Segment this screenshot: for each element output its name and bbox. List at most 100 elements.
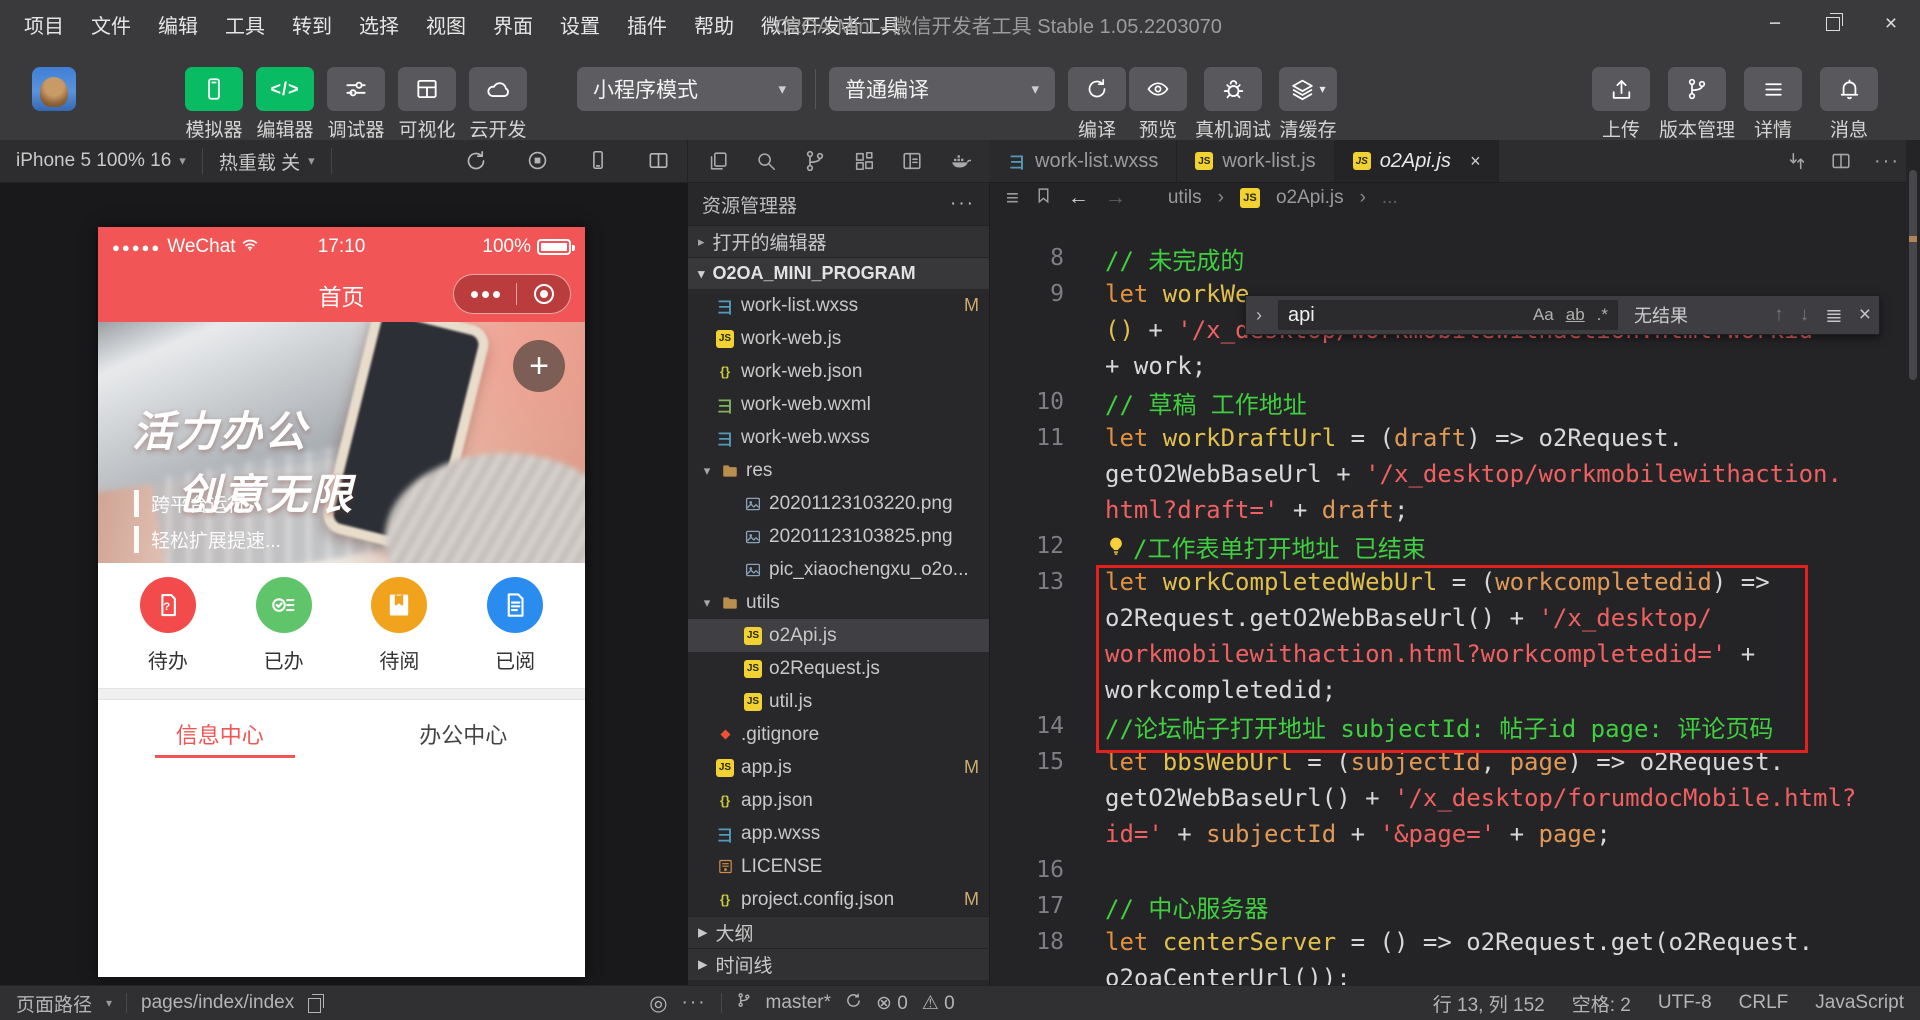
toolbar-button-清缓存[interactable]: ▾ 清缓存 [1279, 67, 1337, 142]
shortcut-待办[interactable]: ? 待办 [139, 577, 196, 674]
outline-list-icon[interactable]: ≡ [1006, 185, 1019, 211]
phone-tab-办公中心[interactable]: 办公中心 [342, 700, 586, 767]
branch-icon[interactable] [803, 149, 827, 173]
toolbar-button-可视化[interactable]: 可视化 [398, 67, 456, 142]
find-widget[interactable]: › api Aa ab .* 无结果 ↑ ↓ ≣ × [1245, 295, 1880, 335]
file-row-o2Api.js[interactable]: JS o2Api.js [688, 619, 989, 652]
file-row-app.js[interactable]: JS app.js M [688, 751, 989, 784]
file-row-work-list.wxss[interactable]: 彐 work-list.wxss M [688, 289, 989, 322]
stop-icon[interactable] [526, 149, 549, 173]
shortcut-待阅[interactable]: 待阅 [371, 577, 428, 674]
breadcrumb-folder[interactable]: utils [1168, 187, 1202, 209]
file-row-work-web.js[interactable]: JS work-web.js [688, 322, 989, 355]
bookmark-icon[interactable] [1035, 186, 1052, 211]
git-branch-icon[interactable] [736, 991, 752, 1015]
more-icon[interactable]: ··· [950, 193, 975, 215]
hot-reload-toggle[interactable]: 热重载 关 ▾ [203, 140, 331, 182]
toolbar-button-详情[interactable]: 详情 [1744, 67, 1802, 142]
find-in-selection-icon[interactable]: ≣ [1825, 303, 1843, 328]
file-row-o2Request.js[interactable]: JS o2Request.js [688, 652, 989, 685]
minimize-button[interactable]: − [1746, 0, 1804, 48]
file-row-app.json[interactable]: {} app.json [688, 784, 989, 817]
next-match-icon[interactable]: ↓ [1800, 304, 1810, 326]
open-editors-section[interactable]: ▸ 打开的编辑器 [688, 225, 989, 257]
avatar[interactable] [32, 67, 76, 111]
close-tab-icon[interactable]: × [1470, 151, 1481, 172]
menu-item-10[interactable]: 帮助 [694, 10, 734, 39]
compile-select[interactable]: 普通编译 ▾ [829, 67, 1055, 111]
toolbar-button-上传[interactable]: 上传 [1592, 67, 1650, 142]
menu-item-2[interactable]: 编辑 [158, 10, 198, 39]
indentation[interactable]: 空格: 2 [1572, 990, 1631, 1017]
file-row-project.config.json[interactable]: {} project.config.json M [688, 883, 989, 916]
file-row-utils[interactable]: ▾ utils [688, 586, 989, 619]
add-button[interactable]: + [513, 340, 565, 392]
outline-section[interactable]: ▸ 大纲 [688, 916, 989, 948]
warnings-indicator[interactable]: ⚠ 0 [922, 992, 955, 1015]
code-editor[interactable]: 8// 未完成的9let workWe() + '/x_desktop/work… [990, 213, 1920, 985]
grid4-icon[interactable] [853, 150, 875, 172]
menu-item-9[interactable]: 插件 [627, 10, 667, 39]
file-row-LICENSE[interactable]: LICENSE [688, 850, 989, 883]
breadcrumb-file[interactable]: o2Api.js [1276, 187, 1344, 209]
menu-item-5[interactable]: 选择 [359, 10, 399, 39]
file-row-res[interactable]: ▾ res [688, 454, 989, 487]
search-input[interactable]: api Aa ab .* [1278, 300, 1618, 330]
file-row-20201123103220.png[interactable]: 20201123103220.png [688, 487, 989, 520]
lightbulb-icon[interactable] [1105, 535, 1127, 557]
copy-icon[interactable] [707, 150, 729, 172]
whole-word-icon[interactable]: ab [1566, 305, 1585, 325]
toolbar-button-云开发[interactable]: 云开发 [469, 67, 527, 142]
menu-item-3[interactable]: 工具 [225, 10, 265, 39]
toolbar-button-预览[interactable]: 预览 [1129, 67, 1187, 142]
page-path-label[interactable]: 页面路径 [16, 990, 92, 1017]
toolbar-button-版本管理[interactable]: 版本管理 [1659, 67, 1735, 142]
file-row-app.wxss[interactable]: 彐 app.wxss [688, 817, 989, 850]
diff-icon[interactable] [1786, 150, 1808, 172]
menu-item-6[interactable]: 视图 [426, 10, 466, 39]
file-row-20201123103825.png[interactable]: 20201123103825.png [688, 520, 989, 553]
menu-item-4[interactable]: 转到 [292, 10, 332, 39]
eol[interactable]: CRLF [1739, 992, 1789, 1014]
file-row-work-web.wxss[interactable]: 彐 work-web.wxss [688, 421, 989, 454]
more-icon[interactable]: ··· [1874, 150, 1900, 173]
preview-eye-icon[interactable]: ◎ [649, 991, 667, 1016]
splitview-icon[interactable] [1830, 150, 1852, 172]
more-icon[interactable]: ··· [682, 992, 707, 1014]
prev-match-icon[interactable]: ↑ [1774, 304, 1784, 326]
copy-icon[interactable] [308, 993, 325, 1013]
editor-tab-work-list.js[interactable]: JS work-list.js [1177, 140, 1335, 182]
sync-icon[interactable] [845, 992, 862, 1015]
language-mode[interactable]: JavaScript [1815, 992, 1904, 1014]
menu-item-1[interactable]: 文件 [91, 10, 131, 39]
editor-tab-o2Api.js[interactable]: JS o2Api.js × [1334, 140, 1500, 182]
forward-arrow-icon[interactable]: → [1105, 186, 1126, 210]
file-row-.gitignore[interactable]: .gitignore [688, 718, 989, 751]
split-icon[interactable] [647, 149, 670, 173]
branch-name[interactable]: master* [766, 992, 831, 1014]
menu-item-8[interactable]: 设置 [560, 10, 600, 39]
file-row-work-web.wxml[interactable]: 彐 work-web.wxml [688, 388, 989, 421]
encoding[interactable]: UTF-8 [1658, 992, 1712, 1014]
toolbar-button-调试器[interactable]: 调试器 [327, 67, 385, 142]
mode-select[interactable]: 小程序模式 ▾ [577, 67, 802, 111]
toolbar-button-模拟器[interactable]: 模拟器 [185, 67, 243, 142]
cursor-position[interactable]: 行 13, 列 152 [1433, 990, 1545, 1017]
search-icon[interactable] [755, 150, 777, 172]
breadcrumb-tail[interactable]: ... [1382, 187, 1398, 209]
phone-outline-icon[interactable] [587, 149, 609, 173]
match-case-icon[interactable]: Aa [1533, 305, 1554, 325]
restore-button[interactable] [1804, 0, 1862, 48]
whale-icon[interactable] [949, 150, 971, 172]
file-row-work-web.json[interactable]: {} work-web.json [688, 355, 989, 388]
toolbar-button-消息[interactable]: 消息 [1820, 67, 1878, 142]
toolbar-button-编辑器[interactable]: </> 编辑器 [256, 67, 314, 142]
close-button[interactable]: × [1862, 0, 1920, 48]
file-row-pic_xiaochengxu_o2o...[interactable]: pic_xiaochengxu_o2o... [688, 553, 989, 586]
project-root-section[interactable]: ▾ O2OA_MINI_PROGRAM [688, 257, 989, 289]
shortcut-已办[interactable]: 已办 [255, 577, 312, 674]
device-select[interactable]: iPhone 5 100% 16 ▾ [0, 140, 202, 182]
editor-tab-work-list.wxss[interactable]: 彐 work-list.wxss [990, 140, 1178, 182]
hero-banner[interactable]: 活力办公 创意无限 跨平台运行 轻松扩展提速... + [98, 322, 585, 563]
expand-replace-icon[interactable]: › [1250, 305, 1268, 326]
